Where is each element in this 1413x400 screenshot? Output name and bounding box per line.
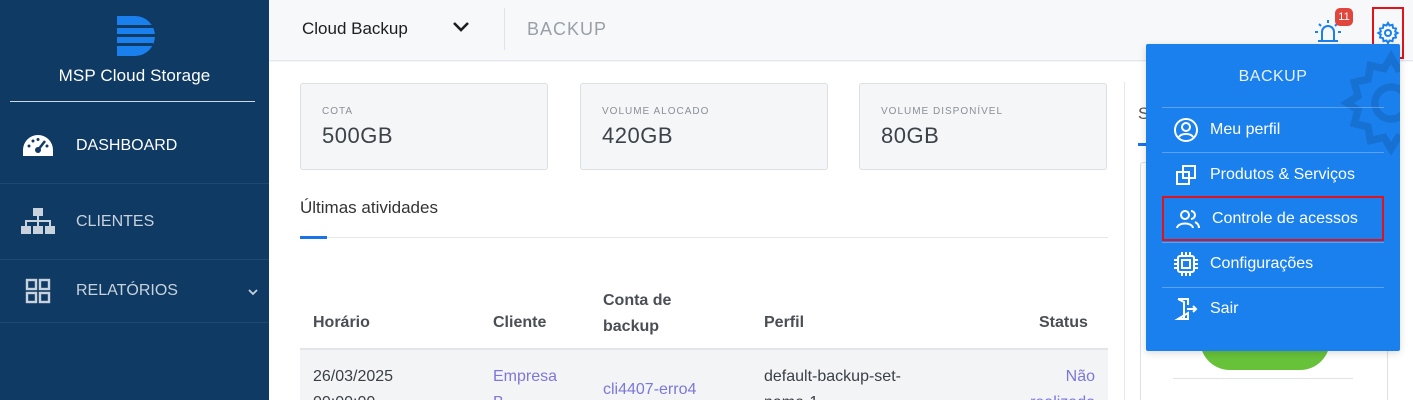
menu-item-label: Meu perfil (1210, 121, 1281, 138)
cell-time: 26/03/2025 00:00:00 (313, 364, 393, 400)
sidebar-item-label: CLIENTES (76, 213, 155, 230)
menu-divider (1162, 152, 1384, 153)
nav-divider (0, 322, 269, 323)
stat-caption: VOLUME DISPONÍVEL (881, 106, 1004, 117)
sidebar: MSP Cloud Storage DASHBOARD CLIENTES REL… (0, 0, 269, 400)
client-link-line1: Empresa (493, 368, 558, 385)
panel-divider (1124, 82, 1125, 400)
column-header-cliente[interactable]: Cliente (493, 314, 546, 332)
user-circle-icon (1162, 117, 1210, 143)
status-link-line2: realizado (999, 390, 1095, 400)
column-header-conta-de-backup[interactable]: Conta de backup (603, 288, 713, 340)
stat-card-volume-alocado: VOLUME ALOCADO 420GB (580, 83, 828, 170)
menu-item-label: Produtos & Serviços (1210, 166, 1355, 183)
stat-card-cota: COTA 500GB (300, 83, 548, 170)
stat-caption: COTA (322, 106, 354, 117)
stat-value: 500GB (322, 123, 393, 148)
users-icon (1164, 207, 1212, 231)
tab-ultimas-atividades[interactable]: Últimas atividades (300, 198, 438, 218)
menu-header: BACKUP (1238, 68, 1308, 85)
cell-time-clock: 00:00:00 (313, 390, 393, 400)
menu-item-controle-de-acessos[interactable]: Controle de acessos (1162, 196, 1384, 241)
backup-account-link[interactable]: cli4407-erro4 (603, 377, 696, 400)
menu-divider (1162, 242, 1384, 243)
stat-caption: VOLUME ALOCADO (602, 106, 710, 117)
sidebar-item-dashboard[interactable]: DASHBOARD (0, 120, 269, 172)
column-header-status[interactable]: Status (1039, 314, 1088, 332)
menu-divider (1162, 287, 1384, 288)
sidebar-item-label: DASHBOARD (76, 137, 178, 154)
copy-squares-icon (1162, 163, 1210, 187)
org-chart-icon (0, 207, 76, 237)
nav-divider (0, 259, 269, 260)
brand-name: MSP Cloud Storage (58, 66, 211, 85)
brand-logo-icon (116, 16, 155, 56)
alert-count-badge: 11 (1335, 8, 1353, 26)
sidebar-item-clientes[interactable]: CLIENTES (0, 196, 269, 248)
chip-icon (1162, 251, 1210, 277)
cell-profile-line1: default-backup-set- (764, 368, 901, 385)
product-select-label: Cloud Backup (302, 19, 408, 38)
stat-card-volume-disponivel: VOLUME DISPONÍVEL 80GB (859, 83, 1107, 170)
stat-value: 80GB (881, 123, 940, 148)
brand: MSP Cloud Storage (0, 0, 269, 103)
settings-menu: BACKUP Meu perfil Produtos & Serviços Co… (1146, 44, 1400, 351)
client-link-line2: B (493, 390, 557, 400)
status-link[interactable]: Não realizado (999, 364, 1095, 400)
sidebar-item-label: RELATÓRIOS (76, 282, 178, 299)
chevron-down-icon (248, 283, 258, 301)
menu-item-sair[interactable]: Sair (1162, 289, 1384, 329)
speedometer-icon (0, 132, 76, 160)
logout-door-icon (1162, 297, 1210, 321)
status-link-line1: Não (1065, 368, 1095, 385)
grid-icon (0, 278, 76, 304)
sidebar-item-relatorios[interactable]: RELATÓRIOS (0, 265, 269, 317)
table-row[interactable] (300, 350, 1108, 400)
menu-item-configuracoes[interactable]: Configurações (1162, 244, 1384, 284)
menu-divider (1162, 107, 1384, 108)
menu-item-meu-perfil[interactable]: Meu perfil (1162, 110, 1384, 150)
menu-item-label: Sair (1210, 300, 1239, 317)
menu-item-label: Configurações (1210, 255, 1314, 272)
gear-icon (1376, 21, 1400, 45)
column-header-perfil[interactable]: Perfil (764, 314, 804, 332)
stat-value: 420GB (602, 123, 673, 148)
active-tab-indicator (300, 236, 327, 239)
cell-profile-line2: name-1 (764, 390, 901, 400)
menu-item-produtos-servicos[interactable]: Produtos & Serviços (1162, 155, 1384, 195)
cell-profile: default-backup-set- name-1 (764, 364, 901, 400)
page-title: BACKUP (527, 19, 608, 39)
nav-divider (0, 183, 269, 184)
section-divider (300, 237, 1108, 238)
cell-time-date: 26/03/2025 (313, 368, 394, 385)
chevron-down-icon (452, 20, 470, 38)
client-link[interactable]: Empresa B (493, 364, 557, 400)
column-header-horario[interactable]: Horário (313, 314, 370, 332)
product-select[interactable]: Cloud Backup (302, 19, 470, 39)
brand-divider (10, 101, 255, 102)
card-divider (1173, 378, 1353, 379)
topbar-divider (504, 8, 505, 50)
menu-item-label: Controle de acessos (1212, 209, 1358, 227)
